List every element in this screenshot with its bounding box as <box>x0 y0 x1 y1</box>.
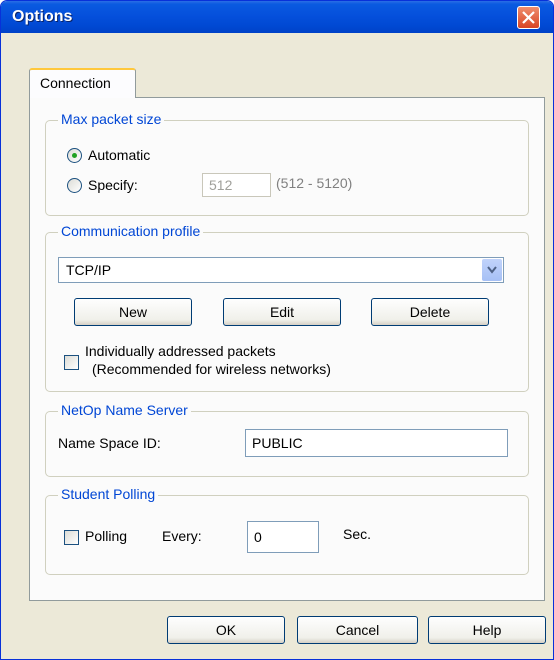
seconds-label: Sec. <box>343 526 372 542</box>
packet-size-input[interactable]: 512 <box>202 173 271 197</box>
ok-button[interactable]: OK <box>167 616 285 644</box>
namespace-label: Name Space ID: <box>58 435 161 451</box>
individually-addressed-label: Individually addressed packets <box>85 343 276 359</box>
max-packet-title: Max packet size <box>58 111 165 127</box>
specify-radio[interactable] <box>67 178 82 193</box>
new-button[interactable]: New <box>74 298 192 326</box>
every-label: Every: <box>162 528 202 544</box>
polling-label: Polling <box>85 528 128 544</box>
cancel-button[interactable]: Cancel <box>297 616 418 644</box>
max-packet-group: Max packet size Automatic Specify: 512 (… <box>45 111 529 216</box>
polling-interval-input[interactable]: 0 <box>247 521 319 553</box>
individually-addressed-hint: (Recommended for wireless networks) <box>92 361 331 377</box>
name-server-group: NetOp Name Server Name Space ID: PUBLIC <box>45 402 529 477</box>
window-title: Options <box>12 8 73 25</box>
specify-label: Specify: <box>88 177 138 193</box>
automatic-radio[interactable] <box>67 148 82 163</box>
tab-connection[interactable]: Connection <box>29 68 136 98</box>
delete-button[interactable]: Delete <box>371 298 489 326</box>
namespace-input[interactable]: PUBLIC <box>245 429 508 457</box>
polling-checkbox[interactable] <box>64 530 79 545</box>
tab-connection-label: Connection <box>40 75 111 91</box>
edit-button[interactable]: Edit <box>223 298 341 326</box>
close-button[interactable] <box>517 6 540 29</box>
help-button[interactable]: Help <box>428 616 546 644</box>
communication-profile-title: Communication profile <box>58 223 204 239</box>
chevron-down-icon[interactable] <box>482 259 502 281</box>
close-icon <box>522 11 535 24</box>
individually-addressed-checkbox[interactable] <box>64 355 79 370</box>
connection-panel: Max packet size Automatic Specify: 512 (… <box>29 97 545 601</box>
student-polling-group: Student Polling Polling Every: 0 Sec. <box>45 486 529 575</box>
profile-select[interactable]: TCP/IP <box>58 257 504 283</box>
packet-size-range: (512 - 5120) <box>276 175 353 191</box>
options-dialog: Options Connection Max packet size Autom… <box>0 0 554 660</box>
automatic-label: Automatic <box>88 147 151 163</box>
title-bar[interactable]: Options <box>1 1 553 33</box>
name-server-title: NetOp Name Server <box>58 402 191 418</box>
communication-profile-group: Communication profile TCP/IP New Edit De… <box>45 223 529 392</box>
profile-select-value: TCP/IP <box>66 262 112 278</box>
student-polling-title: Student Polling <box>58 486 159 502</box>
